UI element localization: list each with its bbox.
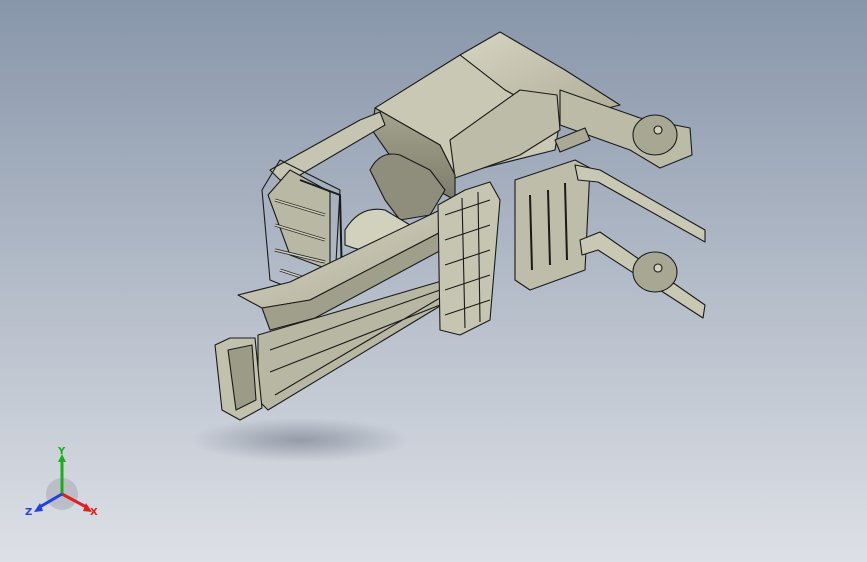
forklift-clamp-attachment-model[interactable] xyxy=(0,0,867,562)
right-front-wheel xyxy=(632,251,678,293)
model-shadow xyxy=(190,418,410,462)
right-rear-wheel xyxy=(632,114,678,156)
model-geometry xyxy=(214,31,706,421)
right-rear-wheel-hub xyxy=(653,125,663,135)
coordinate-triad: Y X Z xyxy=(25,446,98,518)
right-front-wheel-hub xyxy=(653,263,663,273)
cad-viewport[interactable]: Y X Z xyxy=(0,0,867,562)
x-axis-label: X xyxy=(90,507,98,518)
upper-fork xyxy=(574,164,706,243)
upper-beam xyxy=(269,111,386,181)
carriage-frame xyxy=(437,181,501,336)
side-support-bar xyxy=(554,127,591,153)
y-axis-label: Y xyxy=(57,446,66,457)
z-axis-label: Z xyxy=(25,507,32,518)
